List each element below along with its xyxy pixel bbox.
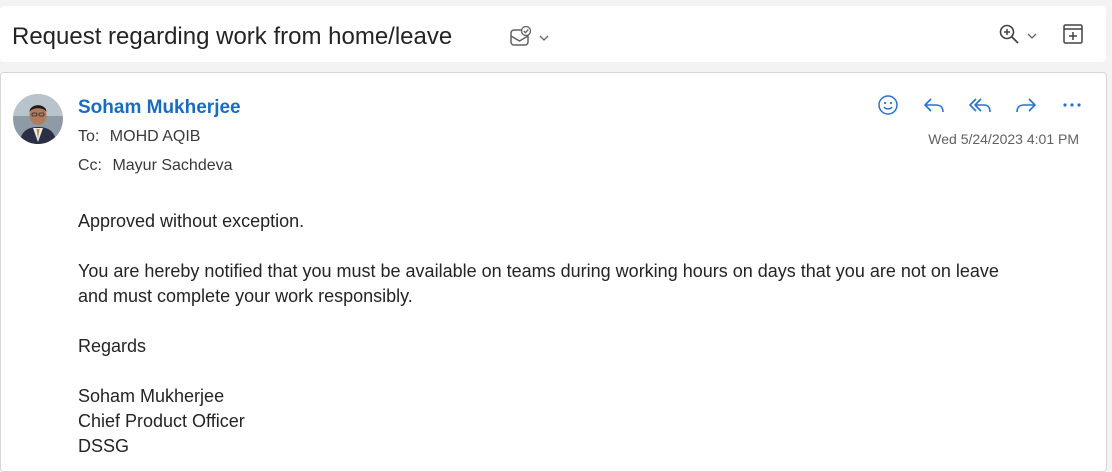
subject-bar: Request regarding work from home/leave [0, 6, 1106, 62]
to-recipient[interactable]: MOHD AQIB [110, 128, 201, 145]
cc-line: Cc: Mayur Sachdeva [78, 157, 233, 175]
reply-icon[interactable] [922, 93, 946, 117]
message-body: Approved without exception. You are here… [78, 209, 1078, 459]
to-label: To: [78, 128, 100, 145]
to-line: To: MOHD AQIB [78, 128, 200, 146]
cc-recipient[interactable]: Mayur Sachdeva [112, 157, 232, 174]
emoji-reaction-icon[interactable] [876, 93, 900, 117]
forward-icon[interactable] [1014, 93, 1038, 117]
envelope-check-icon[interactable] [509, 25, 551, 55]
signature-title: Chief Product Officer [78, 411, 245, 431]
body-line: and must complete your work responsibly. [78, 286, 413, 306]
zoom-in-icon[interactable] [998, 23, 1040, 52]
sent-date: Wed 5/24/2023 4:01 PM [928, 131, 1079, 147]
cc-label: Cc: [78, 157, 102, 174]
more-actions-icon[interactable] [1060, 93, 1084, 117]
avatar[interactable] [13, 94, 63, 144]
reply-all-icon[interactable] [968, 93, 992, 117]
open-in-new-window-icon[interactable] [1061, 22, 1085, 51]
signature-company: DSSG [78, 436, 130, 456]
signature-name: Soham Mukherjee [78, 386, 225, 406]
body-line: Approved without exception. [78, 211, 305, 231]
body-line: Regards [78, 336, 147, 356]
body-line: You are hereby notified that you must be… [78, 261, 999, 281]
sender-name[interactable]: Soham Mukherjee [78, 97, 241, 119]
email-subject: Request regarding work from home/leave [12, 23, 453, 50]
message-card: Soham Mukherjee To: MOHD AQIB Cc: Mayur … [0, 72, 1107, 472]
